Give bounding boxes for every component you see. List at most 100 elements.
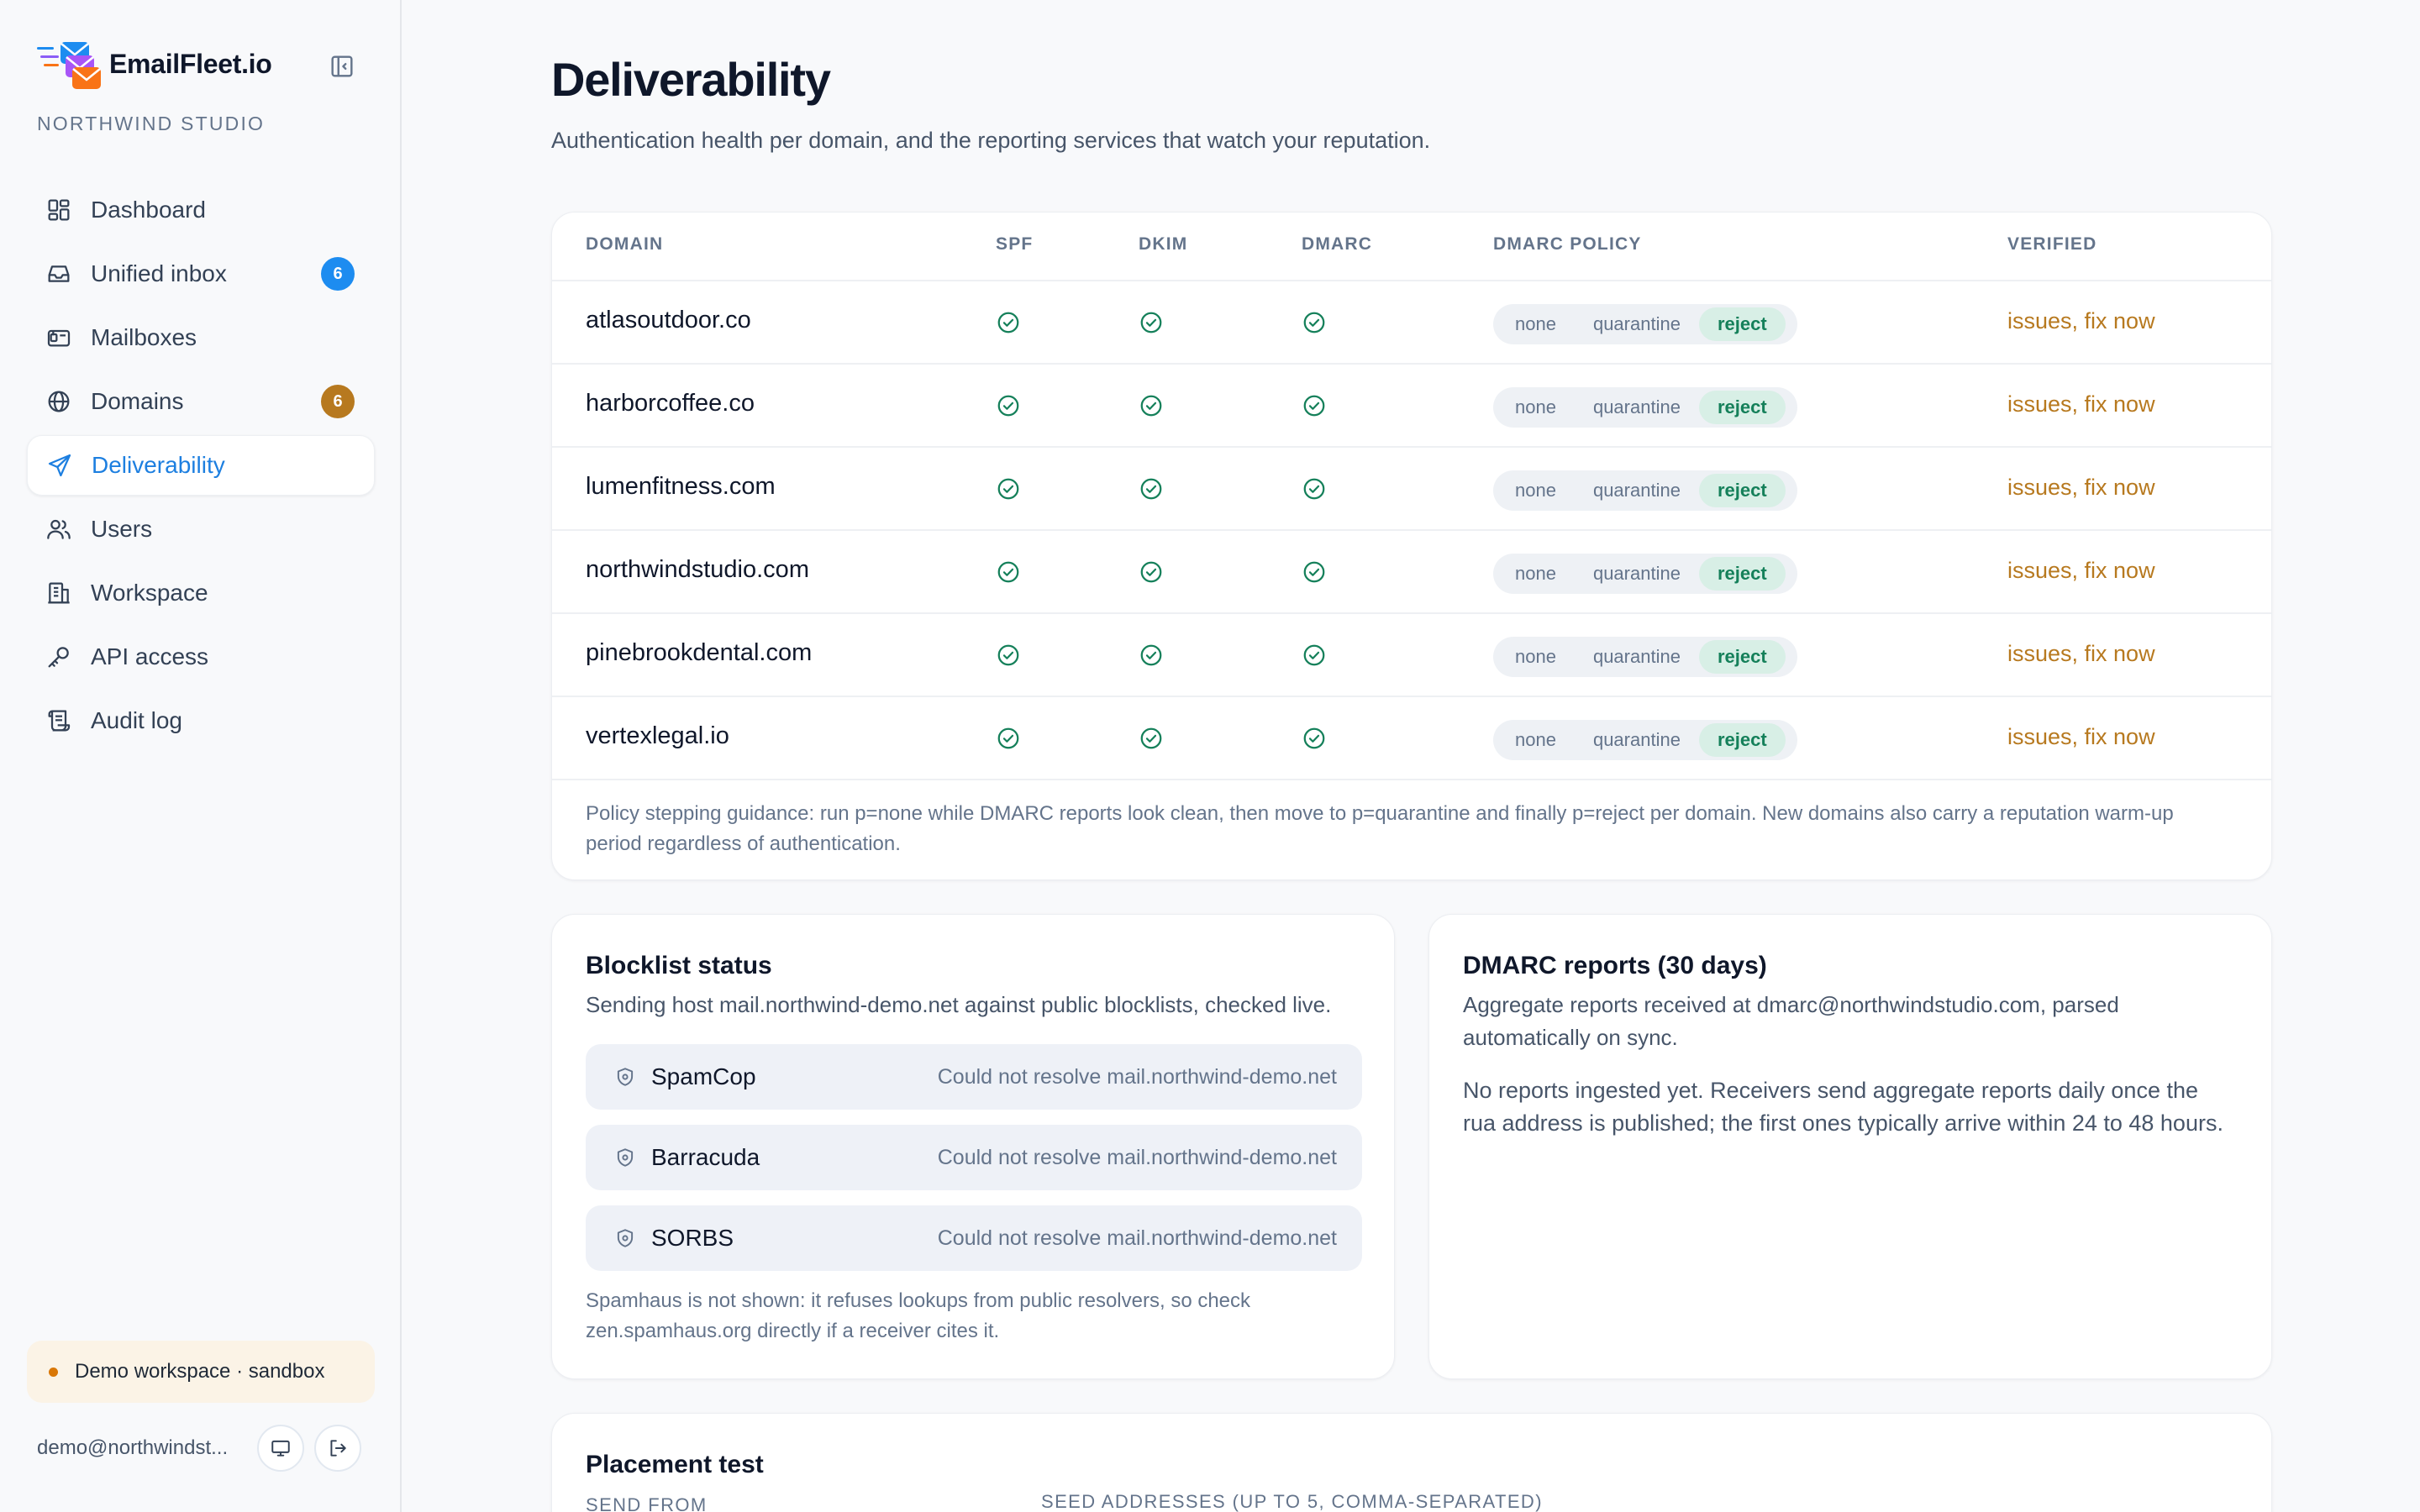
- page-subtitle: Authentication health per domain, and th…: [551, 128, 1431, 153]
- brand-name: EmailFleet.io: [109, 48, 272, 79]
- policy-option-none[interactable]: none: [1497, 474, 1575, 507]
- monitor-icon: [271, 1440, 290, 1457]
- sidebar-item-mailboxes[interactable]: Mailboxes: [27, 307, 375, 368]
- policy-option-none[interactable]: none: [1497, 557, 1575, 591]
- dkim-check-icon: [1139, 559, 1164, 585]
- card-title: Blocklist status: [586, 952, 772, 979]
- policy-option-reject[interactable]: reject: [1698, 723, 1786, 757]
- send-icon: [48, 454, 71, 477]
- blocklist-status: Could not resolve mail.northwind-demo.ne…: [937, 1226, 1337, 1250]
- sidebar-item-dashboard[interactable]: Dashboard: [27, 180, 375, 240]
- sidebar-item-domains[interactable]: Domains 6: [27, 371, 375, 432]
- dmarc-check-icon: [1302, 393, 1327, 418]
- sidebar-item-api-access[interactable]: API access: [27, 627, 375, 687]
- policy-option-quarantine[interactable]: quarantine: [1575, 307, 1699, 341]
- fix-now-link[interactable]: issues, fix now: [2007, 724, 2155, 750]
- dmarc-policy-selector: none quarantine reject: [1493, 304, 1797, 344]
- collapse-sidebar-icon[interactable]: [328, 52, 356, 81]
- sidebar-item-label: Unified inbox: [91, 260, 227, 286]
- dmarc-check-icon: [1302, 726, 1327, 751]
- users-icon: [47, 519, 71, 539]
- dmarc-policy-selector: none quarantine reject: [1493, 387, 1797, 428]
- dmarc-check-icon: [1302, 559, 1327, 585]
- policy-option-quarantine[interactable]: quarantine: [1575, 474, 1699, 507]
- policy-option-quarantine[interactable]: quarantine: [1575, 391, 1699, 424]
- shield-icon: [614, 1227, 651, 1249]
- sidebar-item-unified-inbox[interactable]: Unified inbox 6: [27, 244, 375, 304]
- page-title: Deliverability: [551, 53, 831, 106]
- blocklist-status-card: Blocklist status Sending host mail.north…: [551, 914, 1395, 1379]
- spf-check-icon: [996, 726, 1021, 751]
- blocklist-row: SpamCop Could not resolve mail.northwind…: [586, 1044, 1362, 1110]
- policy-option-reject[interactable]: reject: [1698, 640, 1786, 674]
- dmarc-policy-selector: none quarantine reject: [1493, 637, 1797, 677]
- blocklist-row: SORBS Could not resolve mail.northwind-d…: [586, 1205, 1362, 1271]
- column-header-dmarc: DMARC: [1302, 234, 1373, 254]
- blocklist-note: Spamhaus is not shown: it refuses lookup…: [586, 1289, 1251, 1342]
- logout-button[interactable]: [314, 1425, 361, 1472]
- sidebar-item-label: Deliverability: [92, 452, 225, 478]
- sidebar-item-users[interactable]: Users: [27, 499, 375, 559]
- sidebar-item-workspace[interactable]: Workspace: [27, 563, 375, 623]
- table-row: harborcoffee.co none quarantine reject issue…: [552, 365, 2271, 448]
- blocklist-name: SpamCop: [651, 1063, 756, 1089]
- domain-name: vertexlegal.io: [586, 722, 729, 749]
- send-from-label: SEND FROM: [586, 1494, 708, 1512]
- policy-option-quarantine[interactable]: quarantine: [1575, 640, 1699, 674]
- fix-now-link[interactable]: issues, fix now: [2007, 558, 2155, 584]
- user-row: demo@northwindst...: [37, 1423, 375, 1473]
- dkim-check-icon: [1139, 310, 1164, 335]
- policy-option-none[interactable]: none: [1497, 723, 1575, 757]
- org-name: NORTHWIND STUDIO: [37, 113, 266, 134]
- table-row: atlasoutdoor.co none quarantine reject issue…: [552, 281, 2271, 365]
- sidebar-item-label: Mailboxes: [91, 324, 197, 350]
- sidebar-item-audit-log[interactable]: Audit log: [27, 690, 375, 751]
- policy-option-reject[interactable]: reject: [1698, 557, 1786, 591]
- sidebar-item-label: Workspace: [91, 580, 208, 606]
- policy-option-reject[interactable]: reject: [1698, 391, 1786, 424]
- dkim-check-icon: [1139, 726, 1164, 751]
- card-description: Aggregate reports received at dmarc@nort…: [1463, 992, 2119, 1050]
- policy-option-none[interactable]: none: [1497, 391, 1575, 424]
- fix-now-link[interactable]: issues, fix now: [2007, 391, 2155, 417]
- blocklist-status: Could not resolve mail.northwind-demo.ne…: [937, 1064, 1337, 1089]
- mailbox-icon: [47, 329, 71, 347]
- building-icon: [48, 582, 70, 604]
- spf-check-icon: [996, 476, 1021, 501]
- inbox-icon: [48, 265, 70, 282]
- domain-name: harborcoffee.co: [586, 390, 755, 417]
- policy-option-reject[interactable]: reject: [1698, 474, 1786, 507]
- shield-icon: [614, 1147, 651, 1168]
- policy-option-reject[interactable]: reject: [1698, 307, 1786, 341]
- domain-name: atlasoutdoor.co: [586, 307, 751, 333]
- sidebar-item-deliverability[interactable]: Deliverability: [27, 435, 375, 496]
- sidebar-nav: Dashboard Unified inbox 6 Mailboxes Doma…: [27, 180, 375, 754]
- card-title: Placement test: [586, 1451, 764, 1478]
- column-header-verified: VERIFIED: [2007, 234, 2097, 254]
- policy-option-none[interactable]: none: [1497, 640, 1575, 674]
- fix-now-link[interactable]: issues, fix now: [2007, 641, 2155, 667]
- card-description: Sending host mail.northwind-demo.net aga…: [586, 992, 1332, 1017]
- blocklist-row: Barracuda Could not resolve mail.northwi…: [586, 1125, 1362, 1190]
- fix-now-link[interactable]: issues, fix now: [2007, 475, 2155, 501]
- blocklist-status: Could not resolve mail.northwind-demo.ne…: [937, 1145, 1337, 1169]
- policy-option-quarantine[interactable]: quarantine: [1575, 557, 1699, 591]
- scroll-icon: [48, 710, 71, 732]
- dmarc-check-icon: [1302, 476, 1327, 501]
- empty-state-text: No reports ingested yet. Receivers send …: [1463, 1078, 2223, 1136]
- dmarc-reports-card: DMARC reports (30 days) Aggregate report…: [1428, 914, 2272, 1379]
- column-header-dkim: DKIM: [1139, 234, 1188, 254]
- domain-name: northwindstudio.com: [586, 556, 809, 583]
- table-row: pinebrookdental.com none quarantine reject i…: [552, 614, 2271, 697]
- brand-logo-icon: [37, 37, 103, 91]
- sidebar-item-label: Audit log: [91, 707, 182, 733]
- display-settings-button[interactable]: [257, 1425, 304, 1472]
- table-row: lumenfitness.com none quarantine reject issu…: [552, 448, 2271, 531]
- brand[interactable]: EmailFleet.io: [37, 37, 272, 91]
- policy-option-none[interactable]: none: [1497, 307, 1575, 341]
- fix-now-link[interactable]: issues, fix now: [2007, 308, 2155, 334]
- table-row: vertexlegal.io none quarantine reject issues…: [552, 697, 2271, 780]
- domain-name: pinebrookdental.com: [586, 639, 813, 666]
- globe-icon: [48, 391, 70, 412]
- policy-option-quarantine[interactable]: quarantine: [1575, 723, 1699, 757]
